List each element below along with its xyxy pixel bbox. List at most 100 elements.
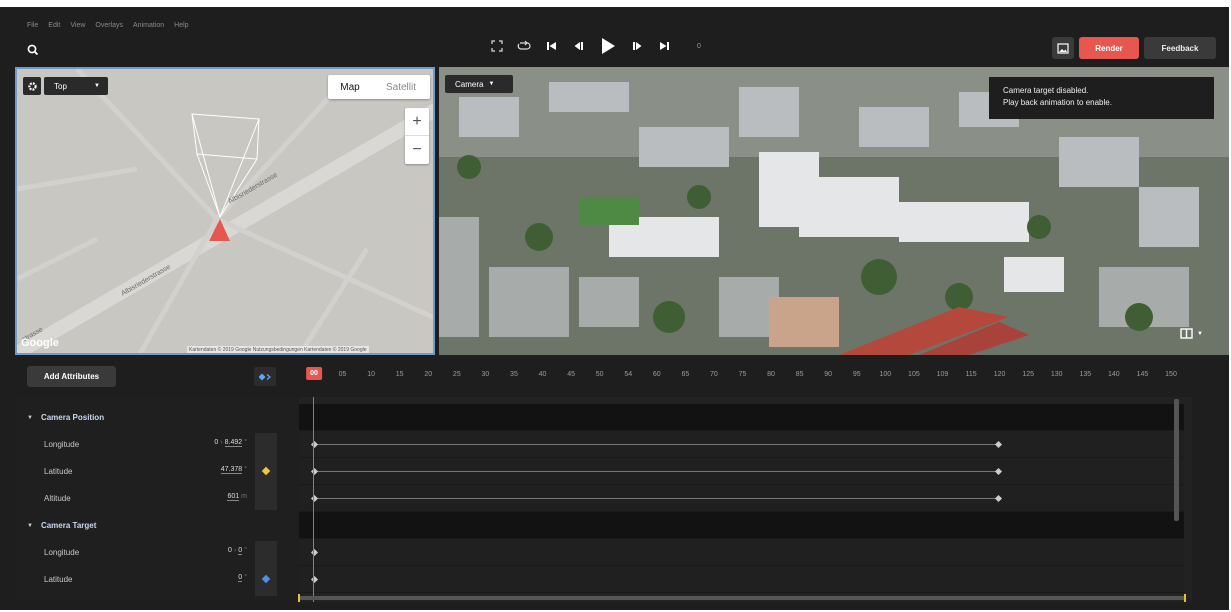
menu-help[interactable]: Help: [174, 22, 188, 29]
tab-satellite[interactable]: Satellit: [372, 75, 430, 99]
group-camera-position[interactable]: ▼ Camera Position: [15, 404, 299, 431]
frame-counter: 0: [697, 42, 701, 50]
timeline-tick[interactable]: 15: [396, 371, 404, 378]
camera-view-dropdown[interactable]: Camera ▼: [445, 75, 513, 93]
attribute-label: Longitude: [44, 548, 80, 557]
notice-line: Camera target disabled.: [1003, 86, 1089, 95]
timeline-tick[interactable]: 120: [994, 371, 1006, 378]
attribute-label: Latitude: [44, 467, 73, 476]
timeline-tick[interactable]: 90: [824, 371, 832, 378]
attribute-row: Latitude 0 °: [15, 566, 299, 593]
timeline-tick[interactable]: 105: [908, 371, 920, 378]
timeline-tick[interactable]: 20: [424, 371, 432, 378]
playhead[interactable]: [313, 397, 314, 602]
zoom-out-button[interactable]: −: [405, 136, 429, 164]
map-settings-button[interactable]: [23, 77, 41, 95]
timeline-tick[interactable]: 70: [710, 371, 718, 378]
track-row[interactable]: [299, 458, 1184, 485]
attribute-list: ▼ Camera Position Longitude 0 › 8.492 ° Lat…: [15, 397, 299, 602]
menu-overlays[interactable]: Overlays: [95, 22, 123, 29]
timeline-tick[interactable]: 35: [510, 371, 518, 378]
attribute-value[interactable]: 0 › 0 °: [228, 547, 247, 555]
attribute-label: Altitude: [44, 494, 71, 503]
horizontal-scrollbar[interactable]: [298, 594, 1186, 602]
timeline-tick[interactable]: 140: [1108, 371, 1120, 378]
timeline-tick[interactable]: 135: [1079, 371, 1091, 378]
step-back-icon[interactable]: [571, 38, 585, 54]
track-row[interactable]: [299, 539, 1184, 566]
zoom-in-button[interactable]: +: [405, 108, 429, 136]
chevron-down-icon: ▼: [27, 522, 33, 529]
group-label: Camera Target: [40, 521, 97, 530]
group-camera-target[interactable]: ▼ Camera Target: [15, 512, 299, 539]
step-forward-icon[interactable]: [631, 38, 645, 54]
camera-view-label: Camera: [455, 79, 484, 89]
timeline-tick[interactable]: 150: [1165, 371, 1177, 378]
timeline-tick[interactable]: 109: [937, 371, 949, 378]
image-icon: [1057, 42, 1069, 54]
skip-start-icon[interactable]: [544, 38, 558, 54]
play-icon[interactable]: [598, 38, 618, 54]
loop-icon[interactable]: [517, 38, 531, 54]
keyframe-track-area[interactable]: [299, 397, 1184, 602]
search-icon[interactable]: [26, 43, 40, 57]
camera-target-notice: Camera target disabled. Play back animat…: [989, 77, 1214, 119]
track-group-row: [299, 404, 1184, 431]
timeline-tick[interactable]: 45: [567, 371, 575, 378]
timeline-ruler[interactable]: 00 05 10 15 20 25 30 35 40 45 50 54 60 65 70 75 80 85 90 95…: [0, 362, 1229, 392]
attribute-row: Longitude 0 › 0 °: [15, 539, 299, 566]
timeline-tick[interactable]: 130: [1051, 371, 1063, 378]
timeline-tick[interactable]: 10: [367, 371, 375, 378]
track-row[interactable]: [299, 566, 1184, 593]
attribute-label: Latitude: [44, 575, 73, 584]
menu-edit[interactable]: Edit: [48, 22, 60, 29]
zoom-controls: + −: [405, 108, 429, 164]
chevron-down-icon: ▼: [1197, 330, 1203, 337]
timeline-tick[interactable]: 95: [853, 371, 861, 378]
attribute-row: Longitude 0 › 8.492 °: [15, 431, 299, 458]
layout-toggle-button[interactable]: ▼: [1180, 328, 1203, 339]
map-panel[interactable]: Albisriederstrasse Albisriederstrasse st…: [15, 67, 435, 355]
timeline-tick[interactable]: 125: [1022, 371, 1034, 378]
track-row[interactable]: [299, 431, 1184, 458]
map-view-dropdown[interactable]: Top ▼: [44, 77, 108, 95]
timeline-tick[interactable]: 30: [481, 371, 489, 378]
tab-map[interactable]: Map: [328, 75, 372, 99]
notice-line: Play back animation to enable.: [1003, 98, 1112, 107]
timeline-tick[interactable]: 00: [306, 367, 322, 380]
google-logo: Google: [21, 337, 59, 349]
feedback-button[interactable]: Feedback: [1144, 37, 1216, 59]
timeline-tick[interactable]: 65: [681, 371, 689, 378]
chevron-down-icon: ▼: [488, 81, 495, 87]
menu-view[interactable]: View: [70, 22, 85, 29]
timeline-tick[interactable]: 60: [653, 371, 661, 378]
timeline-tick[interactable]: 100: [879, 371, 891, 378]
attribute-value[interactable]: 47.378 °: [220, 466, 247, 474]
timeline-tick[interactable]: 145: [1137, 371, 1149, 378]
timeline-tick[interactable]: 80: [767, 371, 775, 378]
render-button[interactable]: Render: [1079, 37, 1139, 59]
timeline-tick[interactable]: 85: [796, 371, 804, 378]
attribute-value[interactable]: 601 m: [227, 493, 247, 501]
fullscreen-icon[interactable]: [490, 38, 504, 54]
gear-icon: [27, 81, 37, 91]
timeline-tick[interactable]: 40: [539, 371, 547, 378]
map-attribution[interactable]: Kartendaten © 2019 Google Nutzungsbeding…: [187, 346, 369, 353]
attribute-value[interactable]: 0 › 8.492 °: [214, 439, 247, 447]
attribute-value[interactable]: 0 °: [238, 574, 247, 582]
timeline-tick[interactable]: 54: [624, 371, 632, 378]
camera-viewport[interactable]: Camera ▼ Camera target disabled. Play ba…: [439, 67, 1229, 355]
menu-animation[interactable]: Animation: [133, 22, 164, 29]
timeline-tick[interactable]: 05: [339, 371, 347, 378]
skip-end-icon[interactable]: [658, 38, 672, 54]
vertical-scrollbar[interactable]: [1174, 399, 1179, 521]
menu-file[interactable]: File: [27, 22, 38, 29]
chevron-down-icon: ▼: [94, 83, 100, 89]
track-row[interactable]: [299, 485, 1184, 512]
timeline-tick[interactable]: 75: [739, 371, 747, 378]
timeline-tick[interactable]: 115: [965, 371, 976, 378]
timeline-tick[interactable]: 50: [596, 371, 604, 378]
group-label: Camera Position: [40, 413, 105, 422]
timeline-tick[interactable]: 25: [453, 371, 461, 378]
image-export-button[interactable]: [1052, 37, 1074, 59]
